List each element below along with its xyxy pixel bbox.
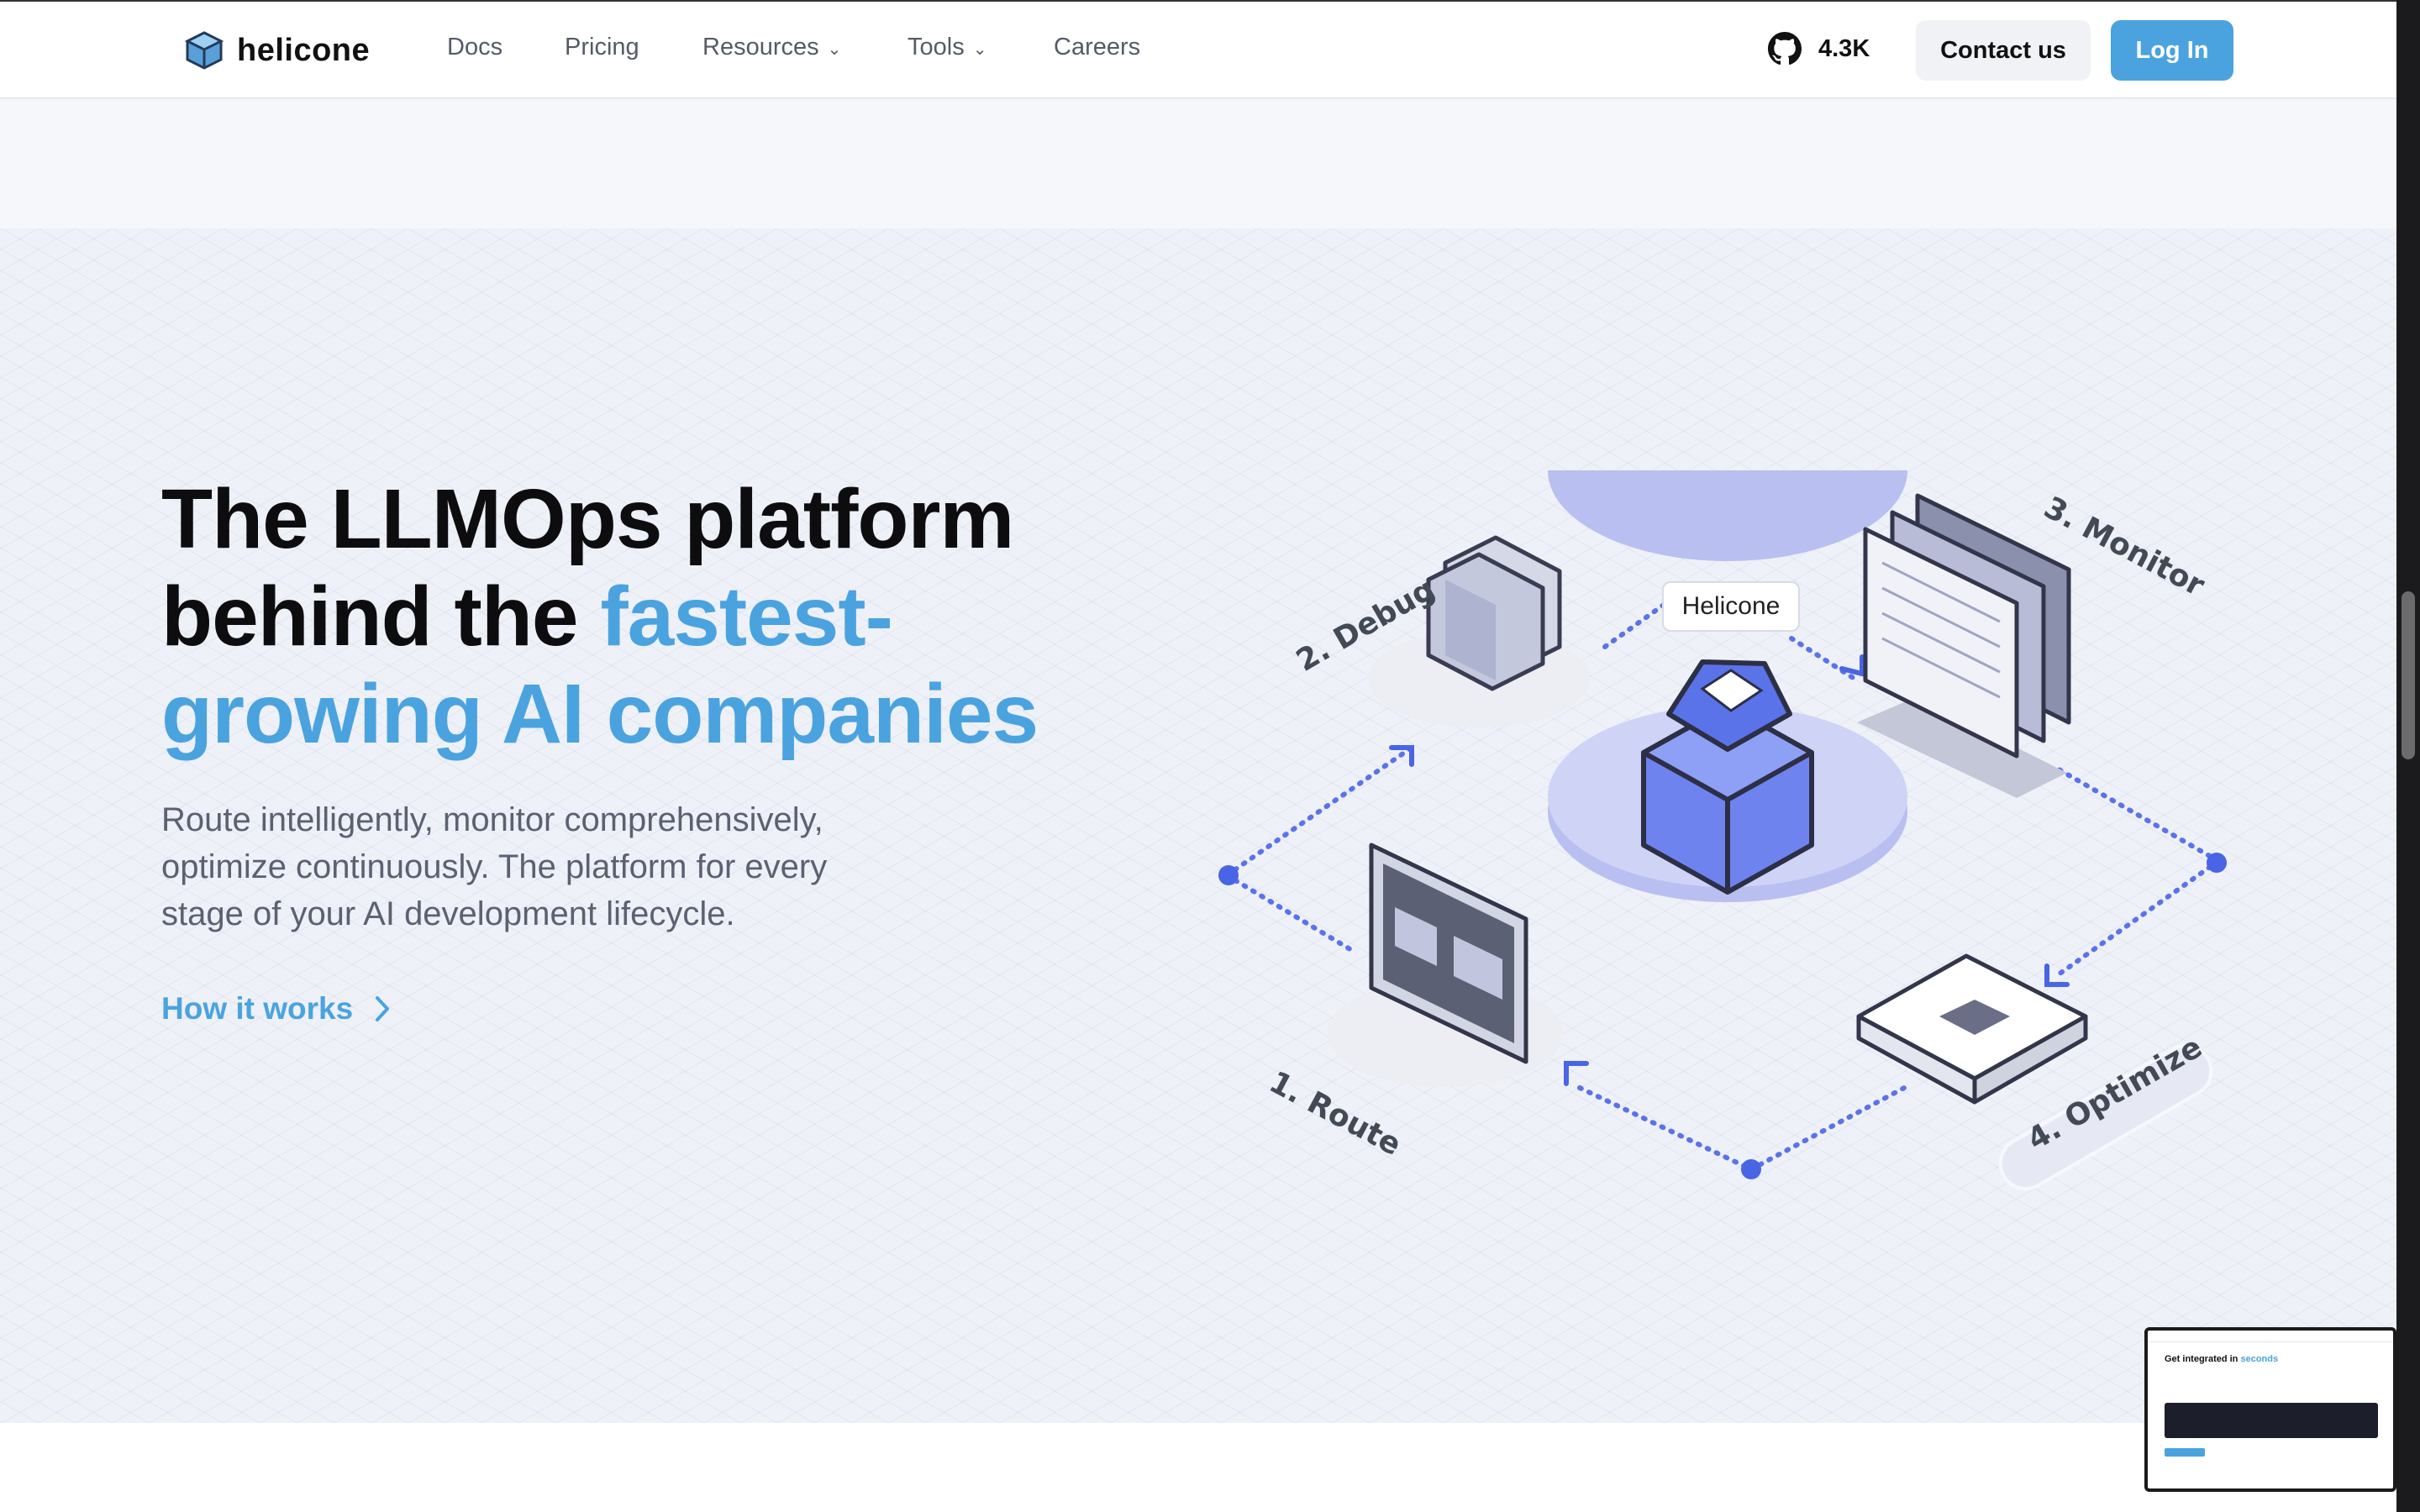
nav-link-pricing[interactable]: Pricing: [565, 34, 639, 61]
chevron-down-icon: ⌄: [972, 40, 987, 59]
how-it-works-link[interactable]: How it works: [161, 991, 392, 1026]
mini-preview-code-block: [2165, 1403, 2378, 1438]
next-section: [0, 1423, 2396, 1512]
mini-preview-title-text: Get integrated in: [2165, 1354, 2241, 1364]
step-label-route: 1. Route: [1264, 1065, 1407, 1163]
hero-title: The LLMOps platform behind the fastest-g…: [161, 470, 1153, 763]
nav-link-pricing-label: Pricing: [565, 34, 639, 60]
brand-logo[interactable]: helicone: [185, 29, 370, 72]
chevron-right-icon: [376, 996, 390, 1021]
optimize-illustration: [1856, 953, 2088, 1105]
log-in-button[interactable]: Log In: [2111, 20, 2233, 81]
contact-us-button[interactable]: Contact us: [1916, 20, 2091, 81]
mini-preview-title: Get integrated in seconds: [2165, 1354, 2393, 1364]
helicone-hub: [1548, 470, 1907, 902]
nav-link-careers-label: Careers: [1054, 34, 1141, 60]
route-illustration: [1328, 843, 1563, 1087]
mini-preview-button: [2165, 1448, 2205, 1457]
scrollbar-thumb[interactable]: [2402, 591, 2415, 759]
github-icon: [1768, 32, 1802, 66]
nav-link-resources-label: Resources: [702, 34, 819, 60]
monitor-illustration: [1857, 493, 2071, 798]
chevron-down-icon: ⌄: [827, 40, 842, 59]
hero-subtitle: Route intelligently, monitor comprehensi…: [161, 801, 828, 932]
nav-link-careers[interactable]: Careers: [1054, 34, 1140, 61]
page-scrollbar[interactable]: [2396, 0, 2420, 1512]
top-navigation: helicone Docs Pricing Resources ⌄ Tools ⌄ …: [0, 0, 2396, 99]
mini-preview-window[interactable]: Get integrated in seconds: [2144, 1327, 2396, 1492]
helicone-tooltip: Helicone: [1662, 581, 1800, 632]
nav-link-docs[interactable]: Docs: [447, 34, 502, 61]
brand-name: helicone: [237, 32, 371, 68]
nav-link-tools-label: Tools: [908, 34, 965, 60]
cube-logo-icon: [185, 31, 224, 70]
how-it-works-label: How it works: [161, 991, 354, 1026]
debug-illustration: [1368, 535, 1590, 727]
nav-link-tools[interactable]: Tools ⌄: [908, 34, 986, 61]
mini-preview-header: [2148, 1331, 2393, 1342]
nav-link-resources[interactable]: Resources ⌄: [702, 34, 841, 61]
github-star-count: 4.3K: [1818, 34, 1870, 62]
nav-link-docs-label: Docs: [447, 34, 503, 60]
mini-preview-title-accent: seconds: [2240, 1354, 2279, 1364]
github-stars-link[interactable]: 4.3K: [1768, 32, 1870, 66]
